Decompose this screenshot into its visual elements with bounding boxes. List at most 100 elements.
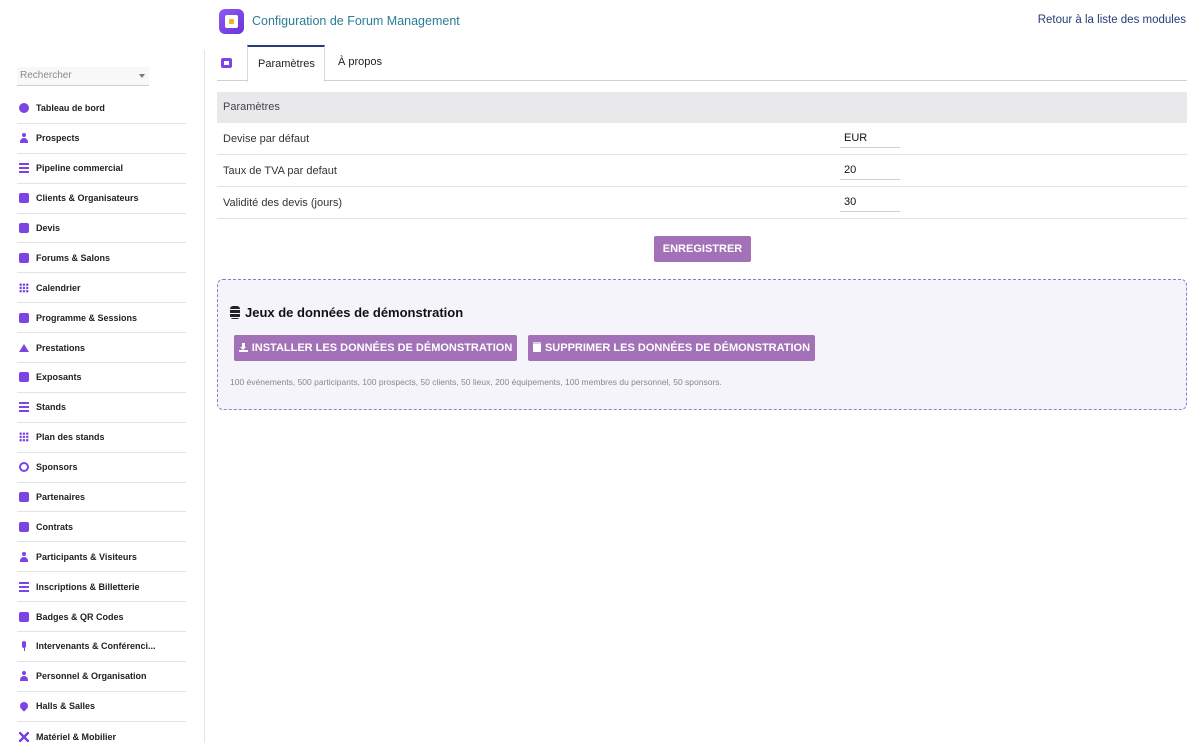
sidebar-item-label: Contrats <box>36 521 74 532</box>
sidebar-item-label: Personnel & Organisation <box>36 671 147 682</box>
sidebar-item-label: Calendrier <box>36 282 81 293</box>
save-button[interactable]: ENREGISTRER <box>654 236 751 262</box>
trash-icon <box>532 342 541 352</box>
sidebar: Rechercher Tableau de bord Prospects Pip… <box>0 50 205 743</box>
default-currency-input[interactable] <box>840 129 900 148</box>
sidebar-item-clients[interactable]: Clients & Organisateurs <box>17 184 186 214</box>
sidebar-item-pipeline[interactable]: Pipeline commercial <box>17 154 186 184</box>
sidebar-item-plan-stands[interactable]: Plan des stands <box>17 423 186 453</box>
quote-validity-input[interactable] <box>840 193 900 212</box>
sidebar-item-materiel[interactable]: Matériel & Mobilier <box>17 722 186 743</box>
sidebar-item-label: Clients & Organisateurs <box>36 193 139 204</box>
sidebar-item-participants[interactable]: Participants & Visiteurs <box>17 542 186 573</box>
file-icon <box>19 223 29 233</box>
module-icon <box>221 58 232 68</box>
delete-demo-data-label: SUPPRIMER LES DONNÉES DE DÉMONSTRATION <box>544 342 811 354</box>
sidebar-item-programme[interactable]: Programme & Sessions <box>17 303 186 334</box>
page-title: Configuration de Forum Management <box>252 14 460 28</box>
tab-bar: Paramètres À propos <box>217 45 1187 82</box>
sidebar-item-prestations[interactable]: Prestations <box>17 333 186 364</box>
param-row-tva: Taux de TVA par defaut <box>217 155 1187 187</box>
sidebar-item-contrats[interactable]: Contrats <box>17 512 186 543</box>
sidebar-item-label: Tableau de bord <box>36 103 105 114</box>
user-plus-icon <box>19 133 29 144</box>
page: Configuration de Forum Management Retour… <box>0 0 1200 743</box>
param-label: Taux de TVA par defaut <box>223 165 337 177</box>
handshake-icon <box>19 492 29 503</box>
sidebar-item-label: Forums & Salons <box>36 252 111 263</box>
app-logo-icon <box>219 9 244 34</box>
sidebar-item-forums[interactable]: Forums & Salons <box>17 243 186 274</box>
demo-data-note: 100 événements, 500 participants, 100 pr… <box>230 377 722 387</box>
sidebar-item-label: Devis <box>36 223 61 233</box>
bars-icon <box>19 163 29 174</box>
sidebar-item-label: Inscriptions & Billetterie <box>36 581 140 592</box>
tab-parametres[interactable]: Paramètres <box>247 45 325 82</box>
sidebar-item-label: Halls & Salles <box>36 701 96 712</box>
sidebar-item-label: Badges & QR Codes <box>36 611 124 622</box>
sidebar-item-label: Intervenants & Conférenci... <box>36 641 156 652</box>
database-icon <box>230 306 240 319</box>
sidebar-item-prospects[interactable]: Prospects <box>17 124 186 154</box>
store-icon <box>19 372 29 383</box>
sidebar-item-label: Prospects <box>36 133 80 144</box>
install-demo-data-label: INSTALLER LES DONNÉES DE DÉMONSTRATION <box>251 342 513 354</box>
param-row-devise: Devise par défaut <box>217 123 1187 155</box>
sidebar-item-label: Programme & Sessions <box>36 312 138 323</box>
back-to-modules-link[interactable]: Retour à la liste des modules <box>1038 14 1186 26</box>
tab-a-propos[interactable]: À propos <box>328 45 392 81</box>
sidebar-item-label: Prestations <box>36 342 86 353</box>
person-icon <box>19 671 29 682</box>
building-icon <box>19 193 29 204</box>
sidebar-item-partenaires[interactable]: Partenaires <box>17 483 186 513</box>
contract-icon <box>19 521 29 532</box>
parameters-table: Paramètres Devise par défaut Taux de TVA… <box>217 92 1187 219</box>
demo-data-panel: Jeux de données de démonstration INSTALL… <box>217 279 1187 410</box>
sidebar-item-calendrier[interactable]: Calendrier <box>17 273 186 304</box>
sidebar-menu: Tableau de bord Prospects Pipeline comme… <box>17 94 186 743</box>
search-select[interactable]: Rechercher <box>17 67 149 86</box>
sidebar-item-halls[interactable]: Halls & Salles <box>17 692 186 722</box>
stand-icon <box>19 402 29 413</box>
microphone-icon <box>19 641 29 652</box>
delete-demo-data-button[interactable]: SUPPRIMER LES DONNÉES DE DÉMONSTRATION <box>528 335 815 361</box>
sidebar-item-devis[interactable]: Devis <box>17 214 186 244</box>
parameters-header: Paramètres <box>217 92 1187 123</box>
demo-data-title-text: Jeux de données de démonstration <box>245 305 464 320</box>
vat-rate-input[interactable] <box>840 161 900 180</box>
install-demo-data-button[interactable]: INSTALLER LES DONNÉES DE DÉMONSTRATION <box>234 335 517 361</box>
location-pin-icon <box>18 700 30 712</box>
param-label: Validité des devis (jours) <box>223 197 343 209</box>
sidebar-item-label: Exposants <box>36 372 82 383</box>
sidebar-item-label: Participants & Visiteurs <box>36 551 137 562</box>
param-label: Devise par défaut <box>223 133 310 145</box>
sidebar-item-intervenants[interactable]: Intervenants & Conférenci... <box>17 632 186 662</box>
sidebar-item-inscriptions[interactable]: Inscriptions & Billetterie <box>17 572 186 603</box>
sidebar-item-exposants[interactable]: Exposants <box>17 363 186 393</box>
sidebar-item-personnel[interactable]: Personnel & Organisation <box>17 662 186 692</box>
sidebar-item-label: Matériel & Mobilier <box>36 731 117 742</box>
medal-icon <box>19 462 29 473</box>
param-row-validite: Validité des devis (jours) <box>217 187 1187 219</box>
sidebar-item-label: Sponsors <box>36 462 78 473</box>
sidebar-item-stands[interactable]: Stands <box>17 393 186 423</box>
sidebar-item-label: Pipeline commercial <box>36 163 124 174</box>
service-icon <box>19 343 29 352</box>
presentation-icon <box>19 312 29 323</box>
calendar-icon <box>19 282 29 293</box>
search-placeholder: Rechercher <box>20 70 72 81</box>
sidebar-item-label: Stands <box>36 402 67 413</box>
user-check-icon <box>19 551 29 562</box>
sidebar-item-badges[interactable]: Badges & QR Codes <box>17 602 186 633</box>
sidebar-item-tableau-de-bord[interactable]: Tableau de bord <box>17 94 186 124</box>
badge-icon <box>19 611 29 622</box>
sidebar-item-label: Partenaires <box>36 492 86 503</box>
demo-data-title: Jeux de données de démonstration <box>230 305 463 320</box>
dashboard-icon <box>19 103 29 114</box>
caret-down-icon <box>139 74 145 78</box>
tools-icon <box>19 731 29 742</box>
ticket-icon <box>19 581 29 592</box>
grid-icon <box>19 432 29 443</box>
download-icon <box>238 343 248 352</box>
sidebar-item-sponsors[interactable]: Sponsors <box>17 453 186 483</box>
